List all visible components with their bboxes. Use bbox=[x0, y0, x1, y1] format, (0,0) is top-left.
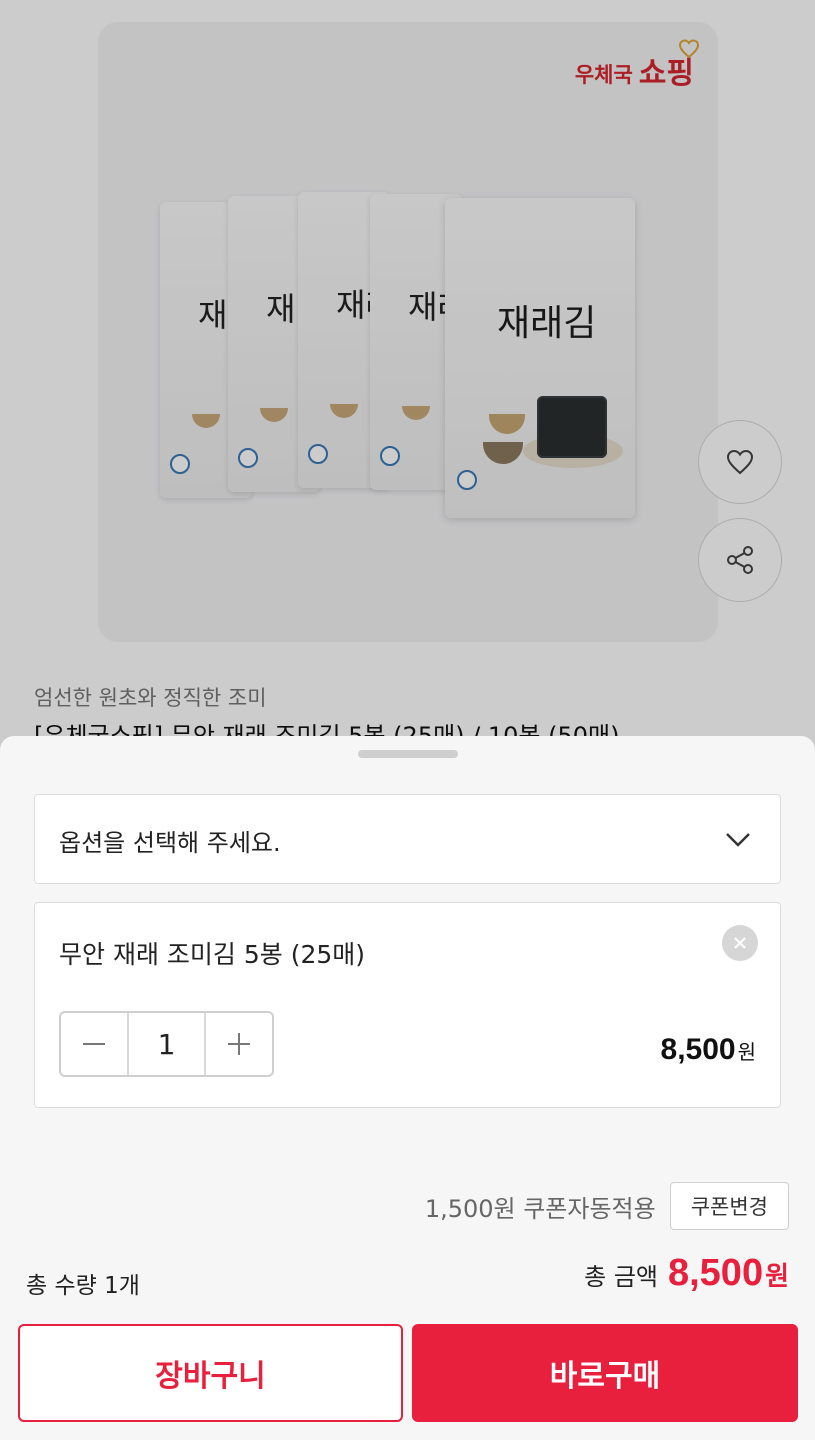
total-amount-unit: 원 bbox=[765, 1262, 789, 1292]
minus-icon bbox=[83, 1043, 105, 1045]
total-amount-label: 총 금액 bbox=[584, 1263, 658, 1291]
item-price-unit: 원 bbox=[737, 1040, 756, 1064]
increase-quantity-button[interactable] bbox=[206, 1013, 272, 1075]
sheet-drag-handle[interactable] bbox=[358, 750, 458, 758]
coupon-row: 1,500원 쿠폰자동적용 쿠폰변경 bbox=[425, 1182, 789, 1230]
option-select-placeholder: 옵션을 선택해 주세요. bbox=[59, 829, 281, 857]
decrease-quantity-button[interactable] bbox=[61, 1013, 127, 1075]
buy-now-button[interactable]: 바로구매 bbox=[412, 1324, 798, 1422]
selected-option-item: 무안 재래 조미김 5봉 (25매) 1 8,500 원 bbox=[34, 902, 781, 1108]
close-icon bbox=[734, 937, 746, 949]
coupon-auto-applied-text: 1,500원 쿠폰자동적용 bbox=[424, 1194, 656, 1223]
plus-icon bbox=[228, 1033, 250, 1055]
quantity-stepper: 1 bbox=[59, 1011, 274, 1077]
total-amount-value: 8,500 bbox=[667, 1252, 764, 1294]
remove-option-button[interactable] bbox=[722, 925, 758, 961]
total-amount: 총 금액 8,500 원 bbox=[584, 1252, 789, 1295]
item-price: 8,500 원 bbox=[661, 1033, 756, 1067]
option-select[interactable]: 옵션을 선택해 주세요. bbox=[34, 794, 781, 884]
item-price-value: 8,500 bbox=[660, 1033, 736, 1066]
quantity-value[interactable]: 1 bbox=[127, 1013, 206, 1075]
change-coupon-button[interactable]: 쿠폰변경 bbox=[669, 1182, 789, 1230]
add-to-cart-button[interactable]: 장바구니 bbox=[18, 1324, 403, 1422]
total-quantity: 총 수량 1개 bbox=[26, 1273, 140, 1299]
page: 우체국 쇼핑 재래김 재래김 재래김 재래김 bbox=[0, 0, 815, 1440]
chevron-down-icon bbox=[726, 833, 750, 847]
option-bottom-sheet: 옵션을 선택해 주세요. 무안 재래 조미김 5봉 (25매) 1 8,500 … bbox=[0, 736, 815, 1440]
selected-option-name: 무안 재래 조미김 5봉 (25매) bbox=[59, 940, 366, 969]
